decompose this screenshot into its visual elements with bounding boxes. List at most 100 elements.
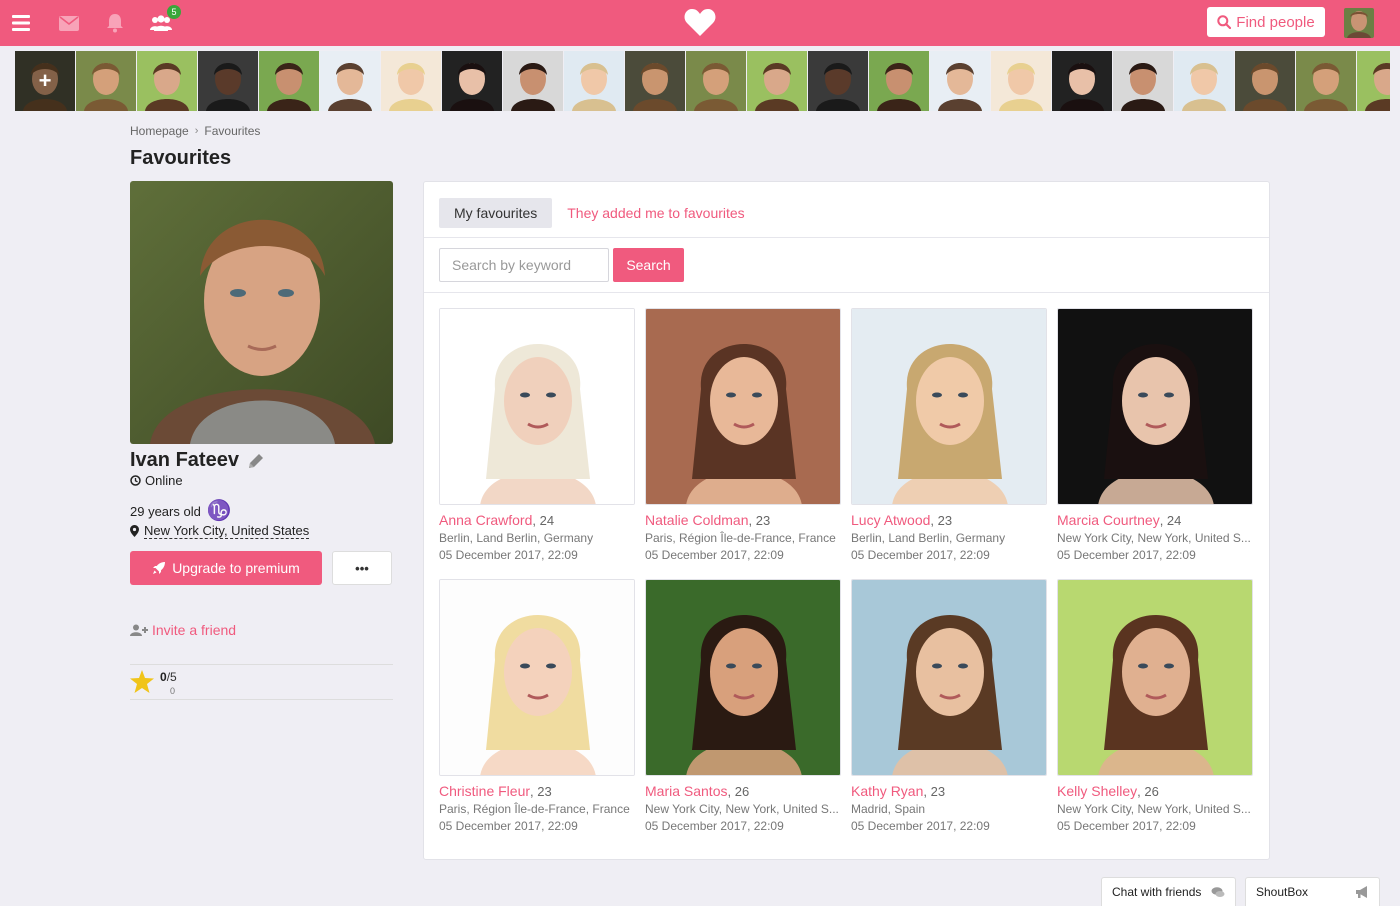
- upgrade-label: Upgrade to premium: [172, 560, 300, 576]
- member-thumbnail[interactable]: [930, 51, 990, 111]
- favourite-name[interactable]: Kathy Ryan: [851, 783, 923, 799]
- tab-my-favourites[interactable]: My favourites: [439, 198, 553, 228]
- favourite-name[interactable]: Maria Santos: [645, 783, 727, 799]
- user-avatar[interactable]: [1344, 8, 1374, 38]
- favourite-name[interactable]: Kelly Shelley: [1057, 783, 1137, 799]
- favourite-location: Berlin, Land Berlin, Germany: [851, 531, 1006, 545]
- favourite-photo[interactable]: [439, 579, 635, 776]
- chat-friends-label: Chat with friends: [1112, 885, 1202, 899]
- more-options-button[interactable]: •••: [332, 551, 392, 585]
- bell-icon[interactable]: [103, 11, 127, 35]
- favourite-date: 05 December 2017, 22:09: [1057, 819, 1196, 833]
- favourite-date: 05 December 2017, 22:09: [1057, 548, 1196, 562]
- pencil-edit-icon[interactable]: [247, 452, 265, 470]
- favourite-photo[interactable]: [851, 579, 1047, 776]
- favourites-tabs: My favourites They added me to favourite…: [439, 198, 745, 228]
- divider: [424, 292, 1269, 293]
- favourite-photo[interactable]: [1057, 308, 1253, 505]
- age-text: 29 years old: [130, 503, 201, 519]
- favourite-card: Christine Fleur, 23 Paris, Région Île-de-…: [439, 579, 635, 850]
- favourite-name[interactable]: Anna Crawford: [439, 512, 532, 528]
- profile-age: 29 years old ♑: [130, 501, 232, 521]
- favourite-photo[interactable]: [851, 308, 1047, 505]
- favourite-age: , 23: [748, 513, 771, 528]
- favourite-name-row: Maria Santos, 26: [645, 783, 749, 799]
- page-title: Favourites: [130, 147, 232, 169]
- profile-name: Ivan Fateev: [130, 449, 265, 472]
- member-thumbnail[interactable]: [1174, 51, 1234, 111]
- online-status: Online: [130, 473, 183, 488]
- chat-bubbles-icon: [1211, 886, 1225, 897]
- rating-count: 0: [170, 686, 176, 696]
- member-thumbnail[interactable]: [259, 51, 319, 111]
- shoutbox-tab[interactable]: ShoutBox: [1245, 877, 1380, 906]
- find-people-button[interactable]: Find people: [1207, 7, 1325, 37]
- favourite-name[interactable]: Natalie Coldman: [645, 512, 749, 528]
- member-thumbnail[interactable]: [991, 51, 1051, 111]
- member-thumbnail[interactable]: [686, 51, 746, 111]
- member-avatar-strip: +: [15, 51, 1390, 111]
- favourites-panel: My favourites They added me to favourite…: [423, 181, 1270, 860]
- favourite-card: Kathy Ryan, 23 Madrid, Spain 05 December 2…: [851, 579, 1047, 850]
- member-thumbnail[interactable]: [747, 51, 807, 111]
- favourite-name[interactable]: Marcia Courtney: [1057, 512, 1160, 528]
- tab-they-added-me[interactable]: They added me to favourites: [567, 198, 744, 228]
- favourite-name[interactable]: Lucy Atwood: [851, 512, 930, 528]
- favourite-card: Natalie Coldman, 23 Paris, Région Île-de-…: [645, 308, 841, 579]
- favourite-date: 05 December 2017, 22:09: [439, 819, 578, 833]
- member-thumbnail[interactable]: [76, 51, 136, 111]
- add-photo-thumbnail[interactable]: +: [15, 51, 75, 111]
- search-button[interactable]: Search: [613, 248, 684, 282]
- member-thumbnail[interactable]: [869, 51, 929, 111]
- favourite-card: Marcia Courtney, 24 New York City, New Yo…: [1057, 308, 1253, 579]
- breadcrumb-home[interactable]: Homepage: [130, 124, 189, 138]
- member-thumbnail[interactable]: [1296, 51, 1356, 111]
- member-thumbnail[interactable]: [381, 51, 441, 111]
- rating-max: /5: [166, 670, 177, 684]
- member-thumbnail[interactable]: [625, 51, 685, 111]
- favourite-name-row: Kathy Ryan, 23: [851, 783, 945, 799]
- member-thumbnail[interactable]: [564, 51, 624, 111]
- favourite-photo[interactable]: [439, 308, 635, 505]
- favourite-photo[interactable]: [645, 308, 841, 505]
- favourite-name[interactable]: Christine Fleur: [439, 783, 530, 799]
- member-thumbnail[interactable]: [320, 51, 380, 111]
- clock-icon: [130, 475, 141, 486]
- star-icon[interactable]: [130, 670, 154, 693]
- search-icon: [1217, 15, 1232, 29]
- location-text[interactable]: New York City, United States: [144, 523, 310, 539]
- member-thumbnail[interactable]: [442, 51, 502, 111]
- member-thumbnail[interactable]: [503, 51, 563, 111]
- favourite-location: Paris, Région Île-de-France, France: [645, 531, 836, 545]
- profile-rating: 0/5 0: [130, 670, 177, 698]
- divider: [424, 237, 1269, 238]
- users-icon[interactable]: 5: [148, 5, 181, 35]
- member-thumbnail[interactable]: [198, 51, 258, 111]
- member-thumbnail[interactable]: [1113, 51, 1173, 111]
- envelope-icon[interactable]: [57, 11, 81, 35]
- member-thumbnail[interactable]: [137, 51, 197, 111]
- chat-with-friends-tab[interactable]: Chat with friends: [1101, 877, 1236, 906]
- profile-location: New York City, United States: [130, 523, 310, 539]
- upgrade-to-premium-button[interactable]: Upgrade to premium: [130, 551, 322, 585]
- profile-photo[interactable]: [130, 181, 393, 444]
- plus-icon[interactable]: +: [15, 51, 75, 111]
- breadcrumb-current: Favourites: [204, 124, 261, 138]
- favourite-card: Maria Santos, 26 New York City, New York,…: [645, 579, 841, 850]
- member-thumbnail[interactable]: [1357, 51, 1390, 111]
- search-input[interactable]: [439, 248, 609, 282]
- favourite-card: Anna Crawford, 24 Berlin, Land Berlin, Ge…: [439, 308, 635, 579]
- favourite-photo[interactable]: [1057, 579, 1253, 776]
- invite-label: Invite a friend: [152, 622, 237, 638]
- chevron-right-icon: ›: [194, 125, 199, 137]
- heart-icon[interactable]: [684, 7, 716, 39]
- member-thumbnail[interactable]: [1052, 51, 1112, 111]
- member-thumbnail[interactable]: [808, 51, 868, 111]
- member-thumbnail[interactable]: [1235, 51, 1295, 111]
- friends-count-badge: 5: [167, 5, 181, 19]
- favourite-photo[interactable]: [645, 579, 841, 776]
- hamburger-icon[interactable]: [11, 11, 35, 35]
- invite-friend-link[interactable]: Invite a friend: [130, 622, 236, 638]
- top-navbar: 5 Find people: [0, 0, 1400, 46]
- favourite-date: 05 December 2017, 22:09: [645, 819, 784, 833]
